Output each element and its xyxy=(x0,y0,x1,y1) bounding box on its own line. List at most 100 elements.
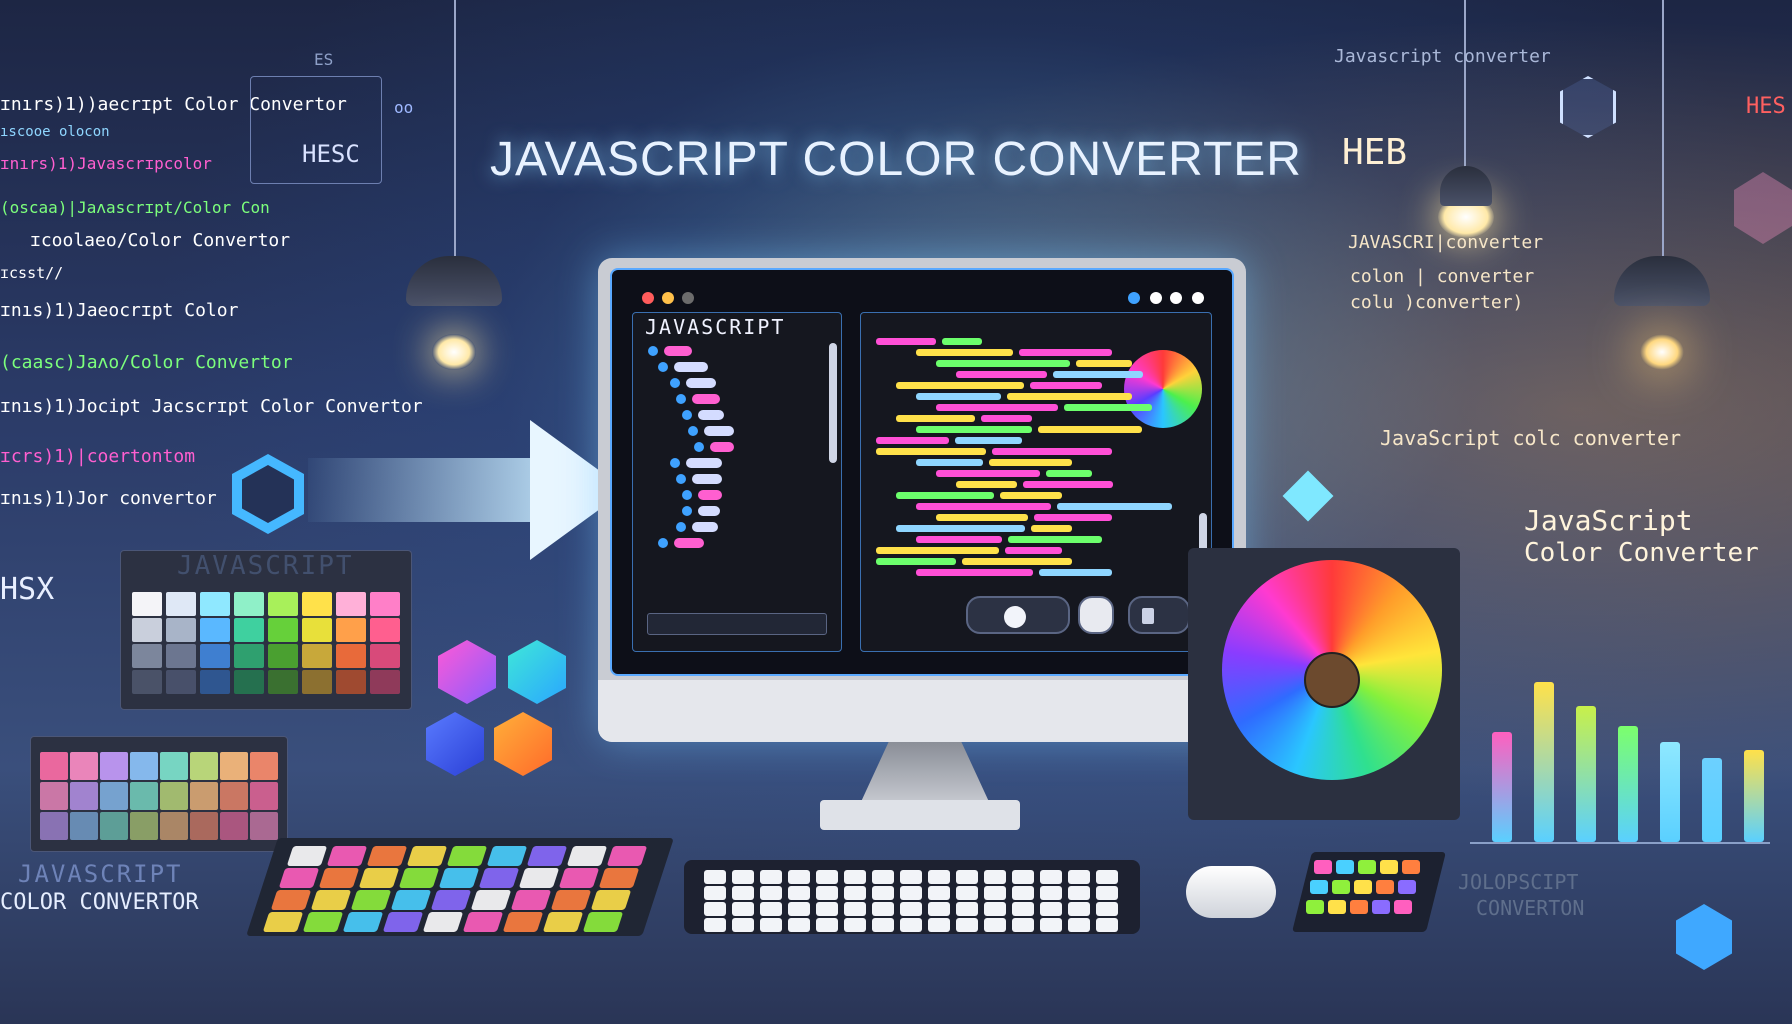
gradient-swatch[interactable] xyxy=(100,812,128,840)
color-key[interactable] xyxy=(358,868,400,888)
pad-key[interactable] xyxy=(1402,860,1420,874)
color-key[interactable] xyxy=(366,846,408,866)
tree-item[interactable] xyxy=(698,410,724,420)
folder-icon[interactable] xyxy=(676,474,686,484)
pad-key[interactable] xyxy=(1328,900,1346,914)
pad-key[interactable] xyxy=(1314,860,1332,874)
color-swatch[interactable] xyxy=(370,592,400,616)
color-swatch[interactable] xyxy=(200,618,230,642)
lock-button[interactable] xyxy=(1128,596,1190,634)
pad-key[interactable] xyxy=(1394,900,1412,914)
color-swatch[interactable] xyxy=(200,592,230,616)
gradient-swatch[interactable] xyxy=(70,752,98,780)
color-key[interactable] xyxy=(438,868,480,888)
pad-key[interactable] xyxy=(1332,880,1350,894)
color-key[interactable] xyxy=(278,868,320,888)
folder-icon[interactable] xyxy=(676,394,686,404)
pad-key[interactable] xyxy=(1380,860,1398,874)
gradient-swatch[interactable] xyxy=(160,812,188,840)
gradient-swatch[interactable] xyxy=(40,752,68,780)
gradient-swatch[interactable] xyxy=(190,752,218,780)
color-key[interactable] xyxy=(606,846,648,866)
color-key[interactable] xyxy=(406,846,448,866)
color-key[interactable] xyxy=(382,912,424,932)
color-key[interactable] xyxy=(446,846,488,866)
color-swatch[interactable] xyxy=(166,592,196,616)
color-swatch[interactable] xyxy=(132,592,162,616)
color-key[interactable] xyxy=(270,890,312,910)
gradient-swatch[interactable] xyxy=(250,812,278,840)
color-key[interactable] xyxy=(390,890,432,910)
color-key[interactable] xyxy=(430,890,472,910)
folder-icon[interactable] xyxy=(682,410,692,420)
color-key[interactable] xyxy=(550,890,592,910)
color-key[interactable] xyxy=(422,912,464,932)
color-swatch[interactable] xyxy=(234,618,264,642)
color-swatch[interactable] xyxy=(166,618,196,642)
gradient-swatch[interactable] xyxy=(70,782,98,810)
gradient-swatch[interactable] xyxy=(100,752,128,780)
control-button[interactable] xyxy=(966,596,1070,634)
pad-key[interactable] xyxy=(1306,900,1324,914)
color-swatch[interactable] xyxy=(234,592,264,616)
folder-icon[interactable] xyxy=(670,378,680,388)
gradient-swatch[interactable] xyxy=(130,812,158,840)
gradient-swatch[interactable] xyxy=(190,782,218,810)
gradient-swatch[interactable] xyxy=(160,782,188,810)
tree-item[interactable] xyxy=(692,474,722,484)
pad-key[interactable] xyxy=(1336,860,1354,874)
color-swatch[interactable] xyxy=(234,644,264,668)
color-swatch[interactable] xyxy=(370,618,400,642)
color-key[interactable] xyxy=(598,868,640,888)
toolbar-icon[interactable] xyxy=(1128,292,1140,304)
tree-item[interactable] xyxy=(686,458,722,468)
color-key[interactable] xyxy=(398,868,440,888)
gradient-swatch[interactable] xyxy=(70,812,98,840)
gradient-swatch[interactable] xyxy=(250,782,278,810)
color-swatch[interactable] xyxy=(268,670,298,694)
color-swatch[interactable] xyxy=(336,644,366,668)
toolbar-icon[interactable] xyxy=(1170,292,1182,304)
color-key[interactable] xyxy=(478,868,520,888)
color-swatch[interactable] xyxy=(302,670,332,694)
scrollbar[interactable] xyxy=(829,343,837,463)
tree-item[interactable] xyxy=(692,522,718,532)
color-swatch[interactable] xyxy=(370,670,400,694)
gradient-swatch[interactable] xyxy=(40,812,68,840)
pad-key[interactable] xyxy=(1354,880,1372,894)
gradient-swatch[interactable] xyxy=(190,812,218,840)
pad-key[interactable] xyxy=(1376,880,1394,894)
toolbar-icon[interactable] xyxy=(1150,292,1162,304)
color-swatch[interactable] xyxy=(234,670,264,694)
color-swatch[interactable] xyxy=(200,670,230,694)
color-key[interactable] xyxy=(262,912,304,932)
pad-key[interactable] xyxy=(1398,880,1416,894)
folder-icon[interactable] xyxy=(676,522,686,532)
color-key[interactable] xyxy=(518,868,560,888)
color-key[interactable] xyxy=(486,846,528,866)
color-key[interactable] xyxy=(350,890,392,910)
color-swatch[interactable] xyxy=(200,644,230,668)
toolbar-icon[interactable] xyxy=(1192,292,1204,304)
color-swatch[interactable] xyxy=(268,618,298,642)
color-swatch[interactable] xyxy=(166,670,196,694)
color-swatch[interactable] xyxy=(268,592,298,616)
gradient-swatch[interactable] xyxy=(220,752,248,780)
color-key[interactable] xyxy=(326,846,368,866)
window-close-icon[interactable] xyxy=(642,292,654,304)
tree-item[interactable] xyxy=(698,490,722,500)
tree-item[interactable] xyxy=(704,426,734,436)
gradient-swatch[interactable] xyxy=(160,752,188,780)
tree-item[interactable] xyxy=(686,378,716,388)
color-key[interactable] xyxy=(590,890,632,910)
tree-item[interactable] xyxy=(674,538,704,548)
color-swatch[interactable] xyxy=(166,644,196,668)
color-swatch[interactable] xyxy=(336,670,366,694)
tree-item[interactable] xyxy=(664,346,692,356)
color-key[interactable] xyxy=(526,846,568,866)
folder-icon[interactable] xyxy=(648,346,658,356)
color-swatch[interactable] xyxy=(302,644,332,668)
pad-key[interactable] xyxy=(1372,900,1390,914)
tree-item[interactable] xyxy=(698,506,720,516)
gradient-swatch[interactable] xyxy=(130,782,158,810)
